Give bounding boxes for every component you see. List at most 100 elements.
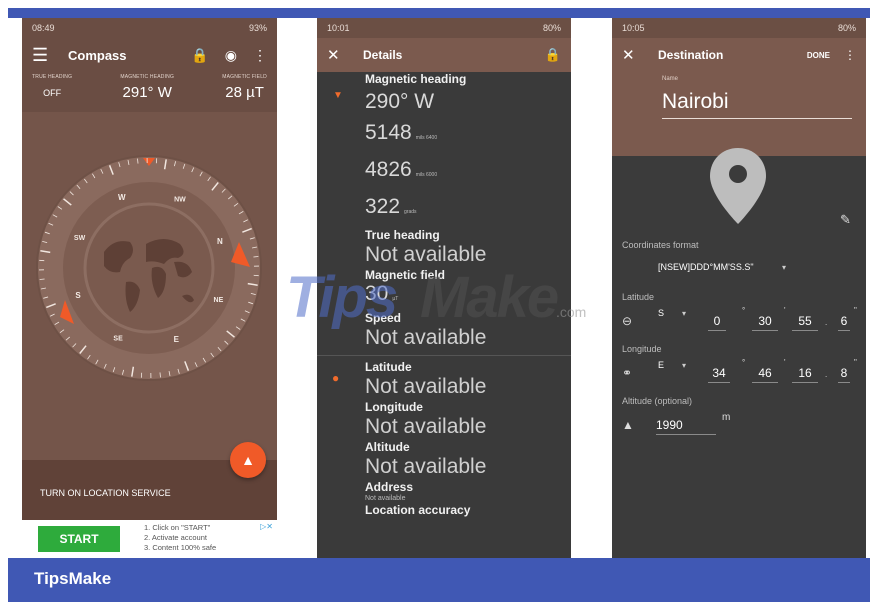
mils6400-row: 5148 mils 6400 bbox=[365, 117, 571, 154]
metric-value: OFF bbox=[43, 88, 62, 98]
top-band bbox=[8, 8, 870, 18]
longitude-seconds-field[interactable]: 16 bbox=[792, 366, 818, 383]
status-time: 08:49 bbox=[32, 23, 55, 33]
second-mark: " bbox=[854, 306, 857, 315]
dial-cardinal-label: NE bbox=[214, 297, 224, 304]
magnetic-heading-title: Magnetic heading bbox=[365, 72, 467, 86]
coordinates-format-select[interactable]: [NSEW]DDD°MM'SS.S" bbox=[658, 262, 754, 272]
app-bar: ✕ Details 🔒 bbox=[317, 38, 571, 72]
details-list: Magnetic heading 290° W 5148 mils 6400 48… bbox=[317, 72, 571, 517]
coordinates-format-label: Coordinates format bbox=[622, 240, 699, 250]
altitude-field[interactable]: 1990 bbox=[656, 418, 716, 435]
degree-mark: ° bbox=[742, 358, 746, 367]
compass-area[interactable]: N NE E SE S SW W NW bbox=[22, 112, 277, 460]
page-title: Details bbox=[363, 48, 403, 62]
ad-step: 3. Content 100% safe bbox=[144, 543, 217, 552]
name-label: Name bbox=[662, 76, 679, 82]
longitude-minutes-field[interactable]: 46 bbox=[752, 366, 778, 383]
metric-value: 291° W bbox=[122, 84, 172, 101]
dial-tick bbox=[159, 372, 161, 378]
more-icon[interactable]: ⋮ bbox=[844, 48, 856, 62]
lock-icon[interactable]: 🔒 bbox=[191, 47, 208, 64]
latitude-value: Not available bbox=[365, 375, 487, 398]
status-battery: 80% bbox=[542, 23, 561, 33]
longitude-degrees-field[interactable]: 34 bbox=[708, 366, 730, 383]
minute-mark: ' bbox=[784, 358, 786, 367]
details-screen: 10:01 80% ✕ Details 🔒 ▼ ● Magnetic headi… bbox=[317, 18, 571, 558]
decimal-mark: . bbox=[825, 318, 828, 327]
speed-value: Not available bbox=[365, 326, 487, 349]
chevron-down-icon[interactable]: ▾ bbox=[782, 263, 786, 272]
status-battery: 80% bbox=[837, 23, 856, 33]
done-button[interactable]: DONE bbox=[807, 51, 830, 60]
close-icon[interactable]: ✕ bbox=[327, 46, 353, 64]
ad-choices-icon[interactable]: ▷✕ bbox=[260, 522, 273, 531]
mils6400-value: 5148 bbox=[365, 121, 412, 144]
app-bar: ☰ Compass 🔒 ◉ ⋮ bbox=[22, 38, 277, 72]
magnetic-field-row: 30 µT bbox=[365, 282, 571, 311]
dial-cardinal-label: SE bbox=[113, 335, 123, 342]
destination-header: ✕ Destination DONE ⋮ Name Nairobi bbox=[612, 38, 866, 156]
ad-start-button[interactable]: START bbox=[38, 526, 120, 552]
latitude-direction[interactable]: S bbox=[658, 308, 664, 318]
grads-row: 322 grads bbox=[365, 191, 571, 228]
dial-tick bbox=[137, 158, 139, 164]
status-time: 10:01 bbox=[327, 23, 350, 33]
menu-icon[interactable]: ☰ bbox=[32, 45, 56, 66]
compass-dial[interactable]: N NE E SE S SW W NW bbox=[22, 112, 277, 460]
latitude-degrees-field[interactable]: 0 bbox=[708, 314, 726, 331]
status-battery: 93% bbox=[248, 23, 267, 33]
metric-true-heading: TRUE HEADING OFF bbox=[32, 72, 72, 112]
address-value: Not available bbox=[365, 495, 406, 502]
status-bar: 10:01 80% bbox=[317, 18, 571, 38]
close-icon[interactable]: ✕ bbox=[622, 46, 648, 64]
longitude-direction[interactable]: E bbox=[658, 360, 664, 370]
status-bar: 08:49 93% bbox=[22, 18, 277, 38]
metric-magnetic-field: MAGNETIC FIELD 28 µT bbox=[222, 72, 267, 112]
dial-cardinal-label: E bbox=[174, 335, 180, 344]
edit-icon[interactable]: ✎ bbox=[840, 212, 851, 228]
ad-step: 1. Click on "START" bbox=[144, 523, 211, 532]
dial-tick bbox=[39, 278, 45, 280]
minute-mark: ' bbox=[784, 306, 786, 315]
dial-cardinal-label: W bbox=[118, 193, 126, 202]
more-icon[interactable]: ⋮ bbox=[253, 47, 267, 64]
metric-label: MAGNETIC HEADING bbox=[120, 74, 175, 80]
longitude-title: Longitude bbox=[365, 400, 423, 414]
name-input[interactable]: Nairobi bbox=[662, 90, 852, 119]
latitude-tenths-field[interactable]: 6 bbox=[838, 314, 850, 331]
longitude-tenths-field[interactable]: 8 bbox=[838, 366, 850, 383]
magnetic-heading-value: 290° W bbox=[365, 90, 435, 113]
divider bbox=[317, 355, 571, 356]
grads-unit: grads bbox=[404, 209, 417, 215]
navigation-arrow-icon[interactable]: ▲ bbox=[230, 442, 266, 478]
chevron-down-icon[interactable]: ▾ bbox=[682, 361, 686, 370]
footer-brand: TipsMake bbox=[34, 569, 112, 588]
lock-icon[interactable]: 🔒 bbox=[545, 47, 561, 63]
app-bar: ✕ Destination DONE ⋮ bbox=[612, 38, 866, 72]
speed-title: Speed bbox=[365, 311, 402, 325]
location-accuracy-title: Location accuracy bbox=[365, 503, 471, 517]
mountain-icon: ▲ bbox=[622, 418, 634, 432]
page-title: Compass bbox=[68, 47, 127, 63]
metrics-bar: TRUE HEADING OFF MAGNETIC HEADING 291° W… bbox=[22, 72, 277, 112]
second-mark: " bbox=[854, 358, 857, 367]
location-pin-icon bbox=[708, 146, 768, 231]
metric-label: MAGNETIC FIELD bbox=[222, 74, 267, 80]
dial-cardinal-label: S bbox=[75, 291, 81, 300]
decimal-mark: . bbox=[825, 370, 828, 379]
location-pin-icon[interactable]: ◉ bbox=[225, 47, 237, 64]
page-title: Destination bbox=[658, 48, 724, 62]
ad-banner[interactable]: START 1. Click on "START" 2. Activate ac… bbox=[22, 520, 277, 558]
footer-bar: TipsMake bbox=[8, 558, 870, 602]
latitude-minutes-field[interactable]: 30 bbox=[752, 314, 778, 331]
compass-screen: 08:49 93% ☰ Compass 🔒 ◉ ⋮ TRUE HEADING O… bbox=[22, 18, 277, 558]
mils6000-value: 4826 bbox=[365, 158, 412, 181]
chevron-down-icon[interactable]: ▾ bbox=[682, 309, 686, 318]
longitude-value: Not available bbox=[365, 415, 487, 438]
destination-screen: 10:05 80% ✕ Destination DONE ⋮ Name Nair… bbox=[612, 18, 866, 558]
altitude-label: Altitude (optional) bbox=[622, 396, 693, 406]
mils6000-row: 4826 mils 6000 bbox=[365, 154, 571, 191]
longitude-label: Longitude bbox=[622, 344, 662, 354]
latitude-seconds-field[interactable]: 55 bbox=[792, 314, 818, 331]
